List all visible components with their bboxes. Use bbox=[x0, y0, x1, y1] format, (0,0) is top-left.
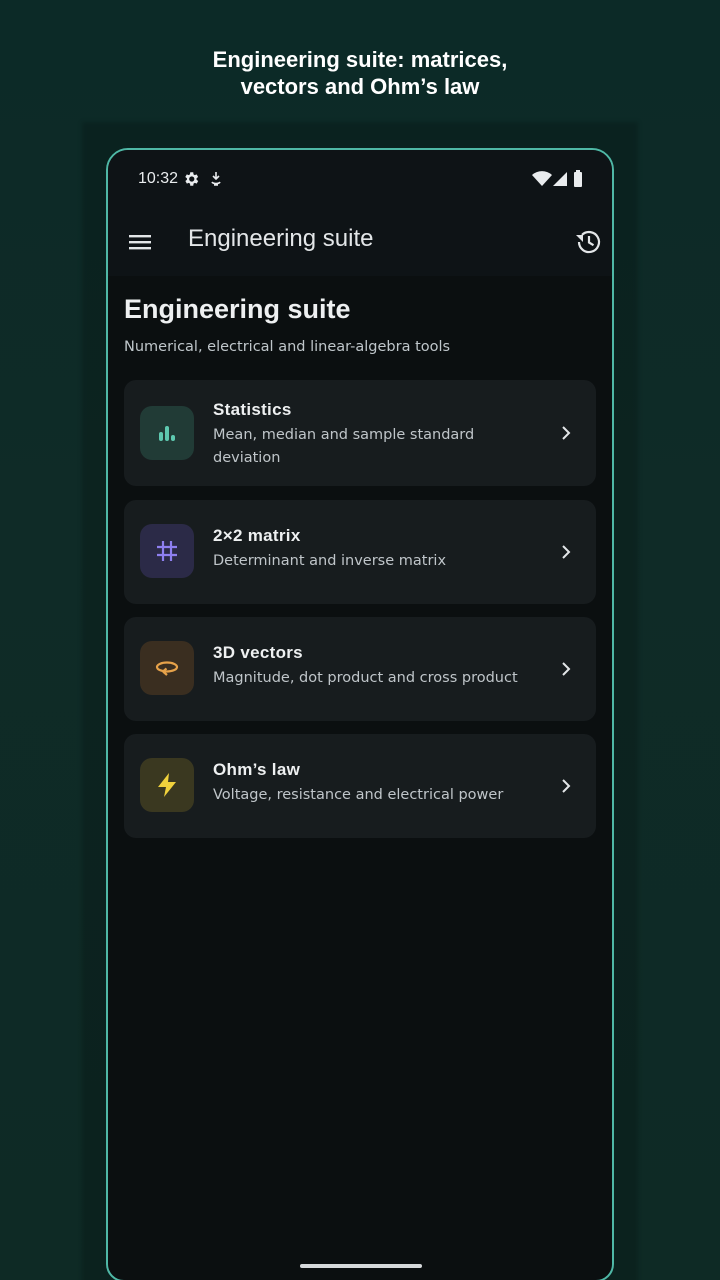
download-icon bbox=[208, 170, 224, 192]
ohms-law-icon-tile bbox=[140, 758, 194, 812]
card-description: Determinant and inverse matrix bbox=[213, 553, 447, 569]
promo-title: Engineering suite: matrices, vectors and… bbox=[212, 47, 508, 99]
menu-icon bbox=[129, 235, 151, 250]
card-description: Mean, median and sample standard deviati… bbox=[213, 427, 475, 466]
card-description: Voltage, resistance and electrical power bbox=[213, 787, 504, 803]
page-subtitle: Numerical, electrical and linear-algebra… bbox=[124, 339, 451, 355]
phone-frame: 10:32 Engineering suite Engineering suit… bbox=[106, 148, 614, 1280]
vectors-icon-tile bbox=[140, 641, 194, 695]
statistics-icon-tile bbox=[140, 406, 194, 460]
history-icon bbox=[576, 230, 601, 254]
card-title: Statistics bbox=[213, 400, 292, 419]
tool-card-ohms-law[interactable]: Ohm’s law Voltage, resistance and electr… bbox=[124, 734, 596, 838]
card-title: 3D vectors bbox=[213, 643, 303, 662]
wifi-icon bbox=[532, 170, 552, 192]
card-description: Magnitude, dot product and cross product bbox=[213, 670, 518, 686]
chevron-right-icon bbox=[562, 779, 571, 793]
tool-card-matrix[interactable]: 2×2 matrix Determinant and inverse matri… bbox=[124, 500, 596, 604]
settings-gear-icon bbox=[182, 170, 200, 192]
chevron-right-icon bbox=[562, 662, 571, 676]
lightning-bolt-icon bbox=[158, 773, 176, 797]
tool-card-statistics[interactable]: Statistics Mean, median and sample stand… bbox=[124, 380, 596, 486]
page-heading: Engineering suite bbox=[124, 294, 351, 324]
grid-icon bbox=[157, 541, 177, 561]
battery-icon bbox=[572, 170, 584, 192]
chevron-right-icon bbox=[562, 545, 571, 559]
card-title: Ohm’s law bbox=[213, 760, 301, 779]
status-time: 10:32 bbox=[138, 170, 179, 187]
matrix-icon-tile bbox=[140, 524, 194, 578]
card-title: 2×2 matrix bbox=[213, 526, 301, 545]
app-bar-title: Engineering suite bbox=[188, 225, 374, 252]
app-bar: Engineering suite bbox=[108, 208, 612, 276]
history-button[interactable] bbox=[570, 224, 606, 260]
rotate-3d-icon bbox=[155, 661, 179, 676]
cell-signal-icon bbox=[552, 170, 568, 192]
status-bar: 10:32 bbox=[108, 150, 612, 208]
chevron-right-icon bbox=[562, 426, 571, 440]
menu-button[interactable] bbox=[122, 224, 158, 260]
home-indicator[interactable] bbox=[300, 1264, 422, 1268]
bar-chart-icon bbox=[159, 426, 175, 441]
tool-card-vectors[interactable]: 3D vectors Magnitude, dot product and cr… bbox=[124, 617, 596, 721]
